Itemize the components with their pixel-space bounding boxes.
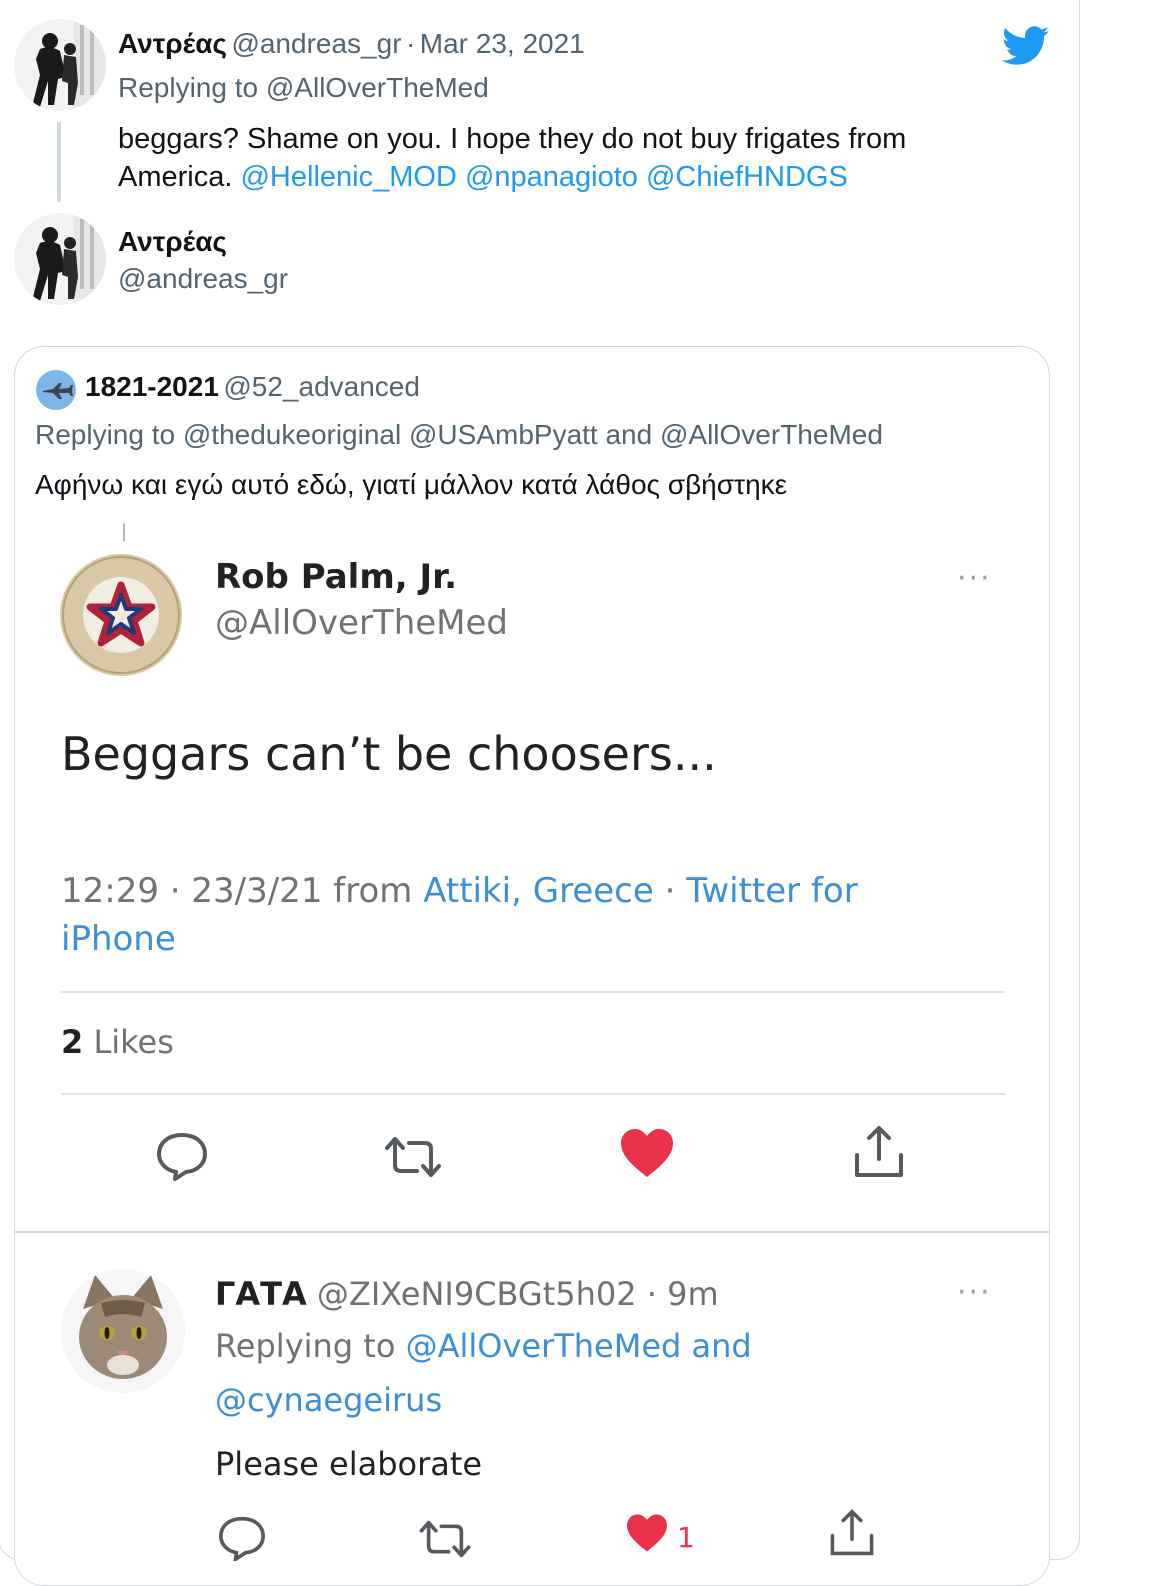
screenshot-author-handle: @AllOverTheMed bbox=[215, 603, 509, 643]
reply-text-line: beggars? Shame on you. I hope they do no… bbox=[118, 123, 907, 155]
quoted-replying-to[interactable]: @thedukeoriginal bbox=[183, 419, 401, 450]
reply-replying-to: @cynaegeirus bbox=[215, 1381, 443, 1419]
tweet-date[interactable]: Mar 23, 2021 bbox=[420, 28, 585, 59]
divider bbox=[61, 1093, 1005, 1095]
retweet-icon bbox=[419, 1520, 471, 1558]
screenshot-dot: · bbox=[653, 871, 687, 911]
quoted-replying-to[interactable]: @USAmbPyatt bbox=[409, 419, 598, 450]
cat-avatar bbox=[61, 1269, 185, 1393]
heart-icon bbox=[627, 1514, 667, 1552]
reply-time: · 9m bbox=[646, 1275, 719, 1313]
screenshot-time: 12:29 · 23/3/21 from bbox=[61, 871, 424, 911]
screenshot-author-name: Rob Palm, Jr. bbox=[215, 557, 457, 597]
author-handle[interactable]: @andreas_gr bbox=[118, 263, 288, 295]
divider bbox=[61, 991, 1005, 993]
reply-replying-label: Replying to bbox=[215, 1327, 396, 1365]
reply-text-word: America. bbox=[118, 161, 233, 193]
avatar[interactable] bbox=[14, 19, 106, 111]
thread-line bbox=[57, 122, 61, 202]
more-options-icon: ··· bbox=[957, 561, 992, 596]
screenshot-source-line2: iPhone bbox=[61, 919, 176, 959]
reply-text: beggars? Shame on you. I hope they do no… bbox=[118, 120, 1018, 196]
mention-link[interactable]: @npanagioto bbox=[465, 161, 638, 193]
author-handle[interactable]: @andreas_gr bbox=[231, 28, 401, 59]
replying-to-link[interactable]: @AllOverTheMed bbox=[266, 72, 489, 103]
reply-author-name: ΓΑΤΑ bbox=[215, 1275, 307, 1313]
reply-author-handle: @ZIXeNI9CBGt5h02 bbox=[316, 1275, 637, 1313]
quoted-tweet[interactable]: 1821-2021 @52_advanced Replying to @thed… bbox=[14, 346, 1050, 1586]
retweet-icon bbox=[385, 1137, 441, 1177]
avatar-photo-icon bbox=[14, 19, 106, 111]
screenshot-location: Attiki, Greece bbox=[423, 871, 654, 911]
screenshot-meta: 12:29 · 23/3/21 from Attiki, Greece · Tw… bbox=[61, 867, 858, 915]
reply-icon bbox=[218, 1516, 266, 1561]
image-tick: | bbox=[121, 521, 128, 542]
author-name[interactable]: Αντρέας bbox=[118, 28, 227, 59]
share-icon bbox=[830, 1509, 874, 1556]
quoted-avatar-jet-icon bbox=[36, 370, 76, 410]
bicentennial-seal-icon bbox=[60, 554, 182, 676]
quoted-author-name[interactable]: 1821-2021 bbox=[85, 371, 219, 402]
mention-link[interactable]: @ChiefHNDGS bbox=[646, 161, 848, 193]
avatar[interactable] bbox=[14, 213, 106, 305]
twitter-bird-icon[interactable] bbox=[1002, 26, 1050, 66]
reply-replying-to: @AllOverTheMed and bbox=[405, 1327, 752, 1365]
heart-icon bbox=[621, 1129, 673, 1177]
share-icon bbox=[855, 1126, 903, 1177]
more-options-icon: ··· bbox=[957, 1275, 992, 1310]
screenshot-source: Twitter for bbox=[686, 871, 858, 911]
quoted-and-word: and bbox=[605, 419, 653, 450]
quoted-replying-to[interactable]: @AllOverTheMed bbox=[660, 419, 883, 450]
likes-count: 2 bbox=[61, 1023, 84, 1061]
separator: · bbox=[405, 28, 416, 59]
author-name[interactable]: Αντρέας bbox=[118, 226, 227, 258]
replying-label: Replying to bbox=[118, 72, 259, 103]
seal-avatar bbox=[59, 553, 183, 677]
divider bbox=[15, 1231, 1049, 1233]
quoted-author-handle[interactable]: @52_advanced bbox=[223, 371, 420, 402]
cat-face-icon bbox=[61, 1269, 185, 1393]
likes-summary: 2 Likes bbox=[61, 1023, 174, 1061]
avatar-photo-icon bbox=[14, 213, 106, 305]
quoted-image[interactable]: | Rob Palm, Jr. @AllOverTheMed ··· Begga… bbox=[15, 515, 1049, 1585]
reply-icon bbox=[157, 1133, 207, 1181]
quoted-text: Αφήνω και εγώ αυτό εδώ, γιατί μάλλον κατ… bbox=[35, 469, 788, 500]
screenshot-tweet-text: Beggars can’t be choosers... bbox=[61, 727, 717, 781]
likes-label: Likes bbox=[93, 1023, 174, 1061]
reply-text: Please elaborate bbox=[215, 1445, 483, 1483]
quoted-replying-label: Replying to bbox=[35, 419, 176, 450]
mention-link[interactable]: @Hellenic_MOD bbox=[240, 161, 456, 193]
